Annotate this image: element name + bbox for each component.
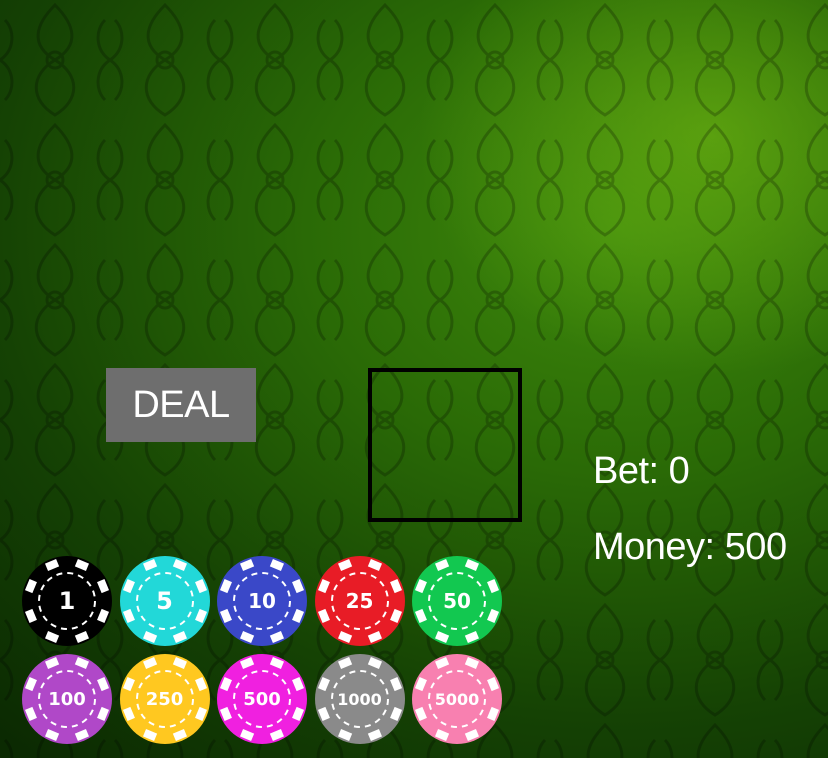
chip-label: 50: [443, 589, 471, 613]
chip-500[interactable]: 500: [216, 653, 308, 745]
chip-label: 100: [48, 688, 86, 710]
bet-display: Bet: 0: [593, 450, 690, 492]
chip-250[interactable]: 250: [119, 653, 211, 745]
chip-label: 25: [345, 589, 374, 613]
chip-label: 1: [58, 587, 76, 615]
chip-label: 10: [248, 589, 276, 613]
chip-100[interactable]: 100: [21, 653, 113, 745]
chip-5000[interactable]: 5000: [411, 653, 503, 745]
chip-label: 500: [243, 688, 281, 710]
chip-50[interactable]: 50: [411, 555, 503, 647]
chip-label: 250: [145, 688, 184, 710]
chip-1[interactable]: 1: [21, 555, 113, 647]
bet-drop-area[interactable]: [368, 368, 522, 522]
chip-label: 5: [156, 587, 173, 615]
deal-button[interactable]: DEAL: [106, 368, 256, 442]
chip-label: 5000: [434, 689, 480, 709]
chip-5[interactable]: 5: [119, 555, 211, 647]
chip-1000[interactable]: 1000: [314, 653, 406, 745]
chip-label: 1000: [337, 689, 382, 709]
money-display: Money: 500: [593, 526, 787, 568]
chip-25[interactable]: 25: [314, 555, 406, 647]
chip-10[interactable]: 10: [216, 555, 308, 647]
